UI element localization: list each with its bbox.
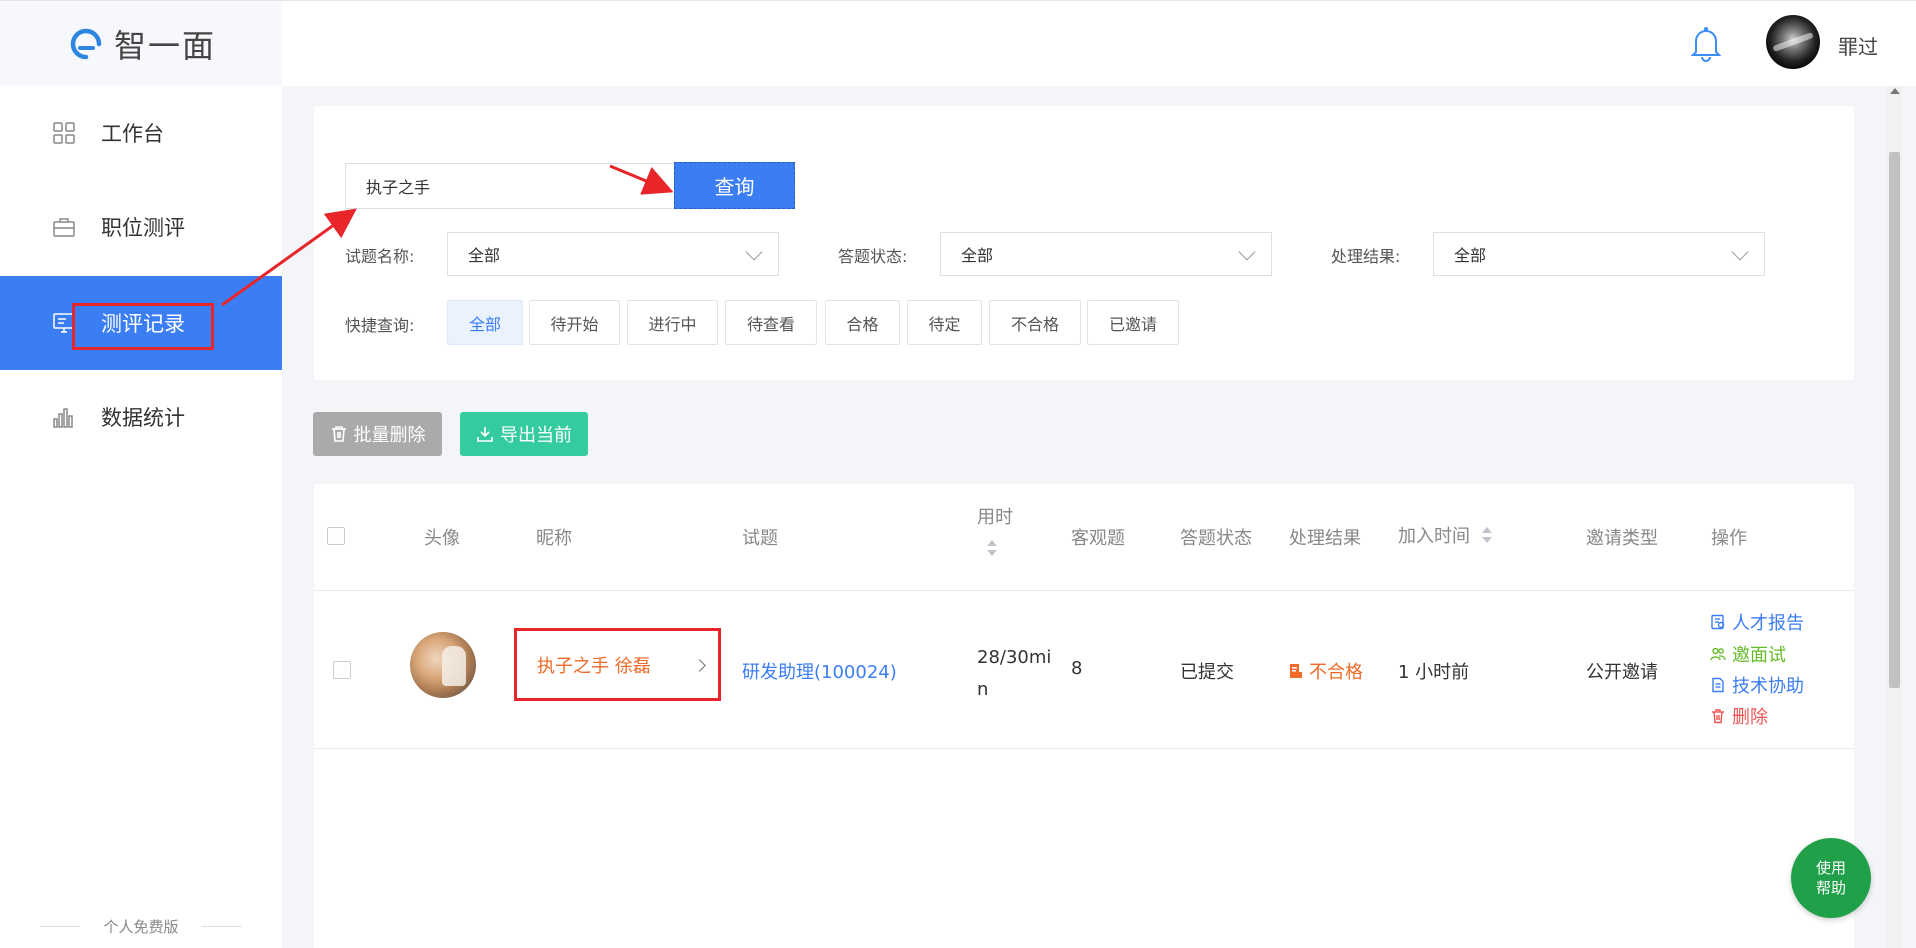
answer-status-label: 答题状态:: [838, 247, 908, 266]
avatar: [410, 632, 476, 698]
logo[interactable]: 智一面: [0, 1, 282, 87]
users-icon: [1710, 647, 1726, 661]
sidebar: 工作台 职位测评 测评记录 数据统计 个人免费版: [0, 86, 282, 948]
header-avatar: 头像: [424, 528, 460, 549]
header-objective: 客观题: [1071, 528, 1125, 549]
bell-icon[interactable]: [1688, 23, 1724, 63]
header-result: 处理结果: [1289, 528, 1361, 549]
exam-link[interactable]: 研发助理(100024): [742, 658, 897, 684]
header-nickname: 昵称: [536, 528, 572, 549]
edition-label: 个人免费版: [40, 916, 242, 937]
batch-delete-button[interactable]: 批量删除: [313, 412, 442, 456]
chevron-right-icon: [693, 659, 706, 672]
result-text: 不合格: [1309, 662, 1363, 683]
answer-status-value: 已提交: [1180, 662, 1234, 683]
scrollbar-thumb[interactable]: [1889, 152, 1900, 688]
annotation-highlight-box: [72, 303, 214, 350]
sidebar-item-position-assessment[interactable]: 职位测评: [0, 180, 282, 274]
exam-name-label: 试题名称:: [345, 247, 415, 266]
invite-type-value: 公开邀请: [1586, 662, 1658, 683]
delete-label: 删除: [1732, 707, 1768, 728]
top-header: 智一面 罪过: [0, 0, 1916, 87]
briefcase-icon: [53, 218, 75, 237]
nickname-text: 执子之手 徐磊: [537, 655, 651, 677]
quick-filter-qualified[interactable]: 合格: [825, 300, 900, 345]
quick-filter-undetermined[interactable]: 待定: [907, 300, 982, 345]
document-icon: [1712, 677, 1724, 693]
sidebar-item-label: 工作台: [101, 122, 164, 146]
sidebar-item-label: 数据统计: [101, 406, 185, 430]
report-icon: [1711, 614, 1725, 630]
invite-interview-link[interactable]: 邀面试: [1710, 641, 1786, 667]
invite-interview-label: 邀面试: [1732, 645, 1786, 666]
quick-filter-invited[interactable]: 已邀请: [1087, 300, 1179, 345]
chevron-down-icon: [1731, 243, 1749, 261]
doc-flag-icon: [1290, 664, 1302, 678]
talent-report-label: 人才报告: [1732, 613, 1804, 634]
quick-filter-unqualified[interactable]: 不合格: [989, 300, 1081, 345]
quick-filter-in-progress[interactable]: 进行中: [627, 300, 718, 345]
quick-filter-all[interactable]: 全部: [447, 300, 523, 345]
quick-filter-pending-review[interactable]: 待查看: [725, 300, 817, 345]
select-all-checkbox[interactable]: [327, 527, 345, 545]
header-operations: 操作: [1711, 528, 1747, 549]
header-invite-type: 邀请类型: [1586, 528, 1658, 549]
objective-value: 8: [1071, 658, 1083, 679]
quick-query-label: 快捷查询:: [345, 316, 415, 335]
search-input[interactable]: [345, 163, 675, 209]
header-exam: 试题: [742, 528, 778, 549]
tech-assist-link[interactable]: 技术协助: [1710, 672, 1804, 698]
talent-report-link[interactable]: 人才报告: [1710, 609, 1804, 635]
help-button[interactable]: 使用帮助: [1791, 838, 1871, 918]
sort-icon[interactable]: [986, 538, 998, 558]
nickname-link[interactable]: 执子之手 徐磊: [514, 628, 721, 701]
result-value: 不合格: [1289, 658, 1363, 684]
select-value: 全部: [1454, 246, 1487, 265]
result-label: 处理结果:: [1331, 247, 1401, 266]
exam-name-select[interactable]: 全部: [447, 232, 779, 276]
bar-chart-icon: [53, 408, 73, 428]
header-answer-status: 答题状态: [1180, 528, 1252, 549]
username[interactable]: 罪过: [1838, 31, 1878, 60]
row-divider: [314, 748, 1854, 749]
logo-text: 智一面: [113, 27, 216, 65]
row-checkbox[interactable]: [333, 661, 351, 679]
trash-icon: [331, 426, 346, 442]
export-current-label: 导出当前: [500, 425, 572, 446]
download-icon: [477, 427, 493, 442]
result-select[interactable]: 全部: [1433, 232, 1765, 276]
chevron-down-icon: [745, 243, 763, 261]
sort-icon[interactable]: [1481, 525, 1493, 545]
sidebar-item-label: 职位测评: [101, 216, 185, 240]
chevron-down-icon: [1238, 243, 1256, 261]
sidebar-item-data-statistics[interactable]: 数据统计: [0, 370, 282, 464]
export-current-button[interactable]: 导出当前: [460, 412, 588, 456]
header-divider: [314, 590, 1854, 591]
delete-link[interactable]: 删除: [1710, 703, 1768, 729]
quick-filter-pending-start[interactable]: 待开始: [529, 300, 620, 345]
user-avatar[interactable]: [1766, 15, 1820, 69]
join-time-value: 1 小时前: [1398, 662, 1470, 683]
header-join-time: 加入时间: [1398, 526, 1470, 547]
duration-value: 28/30min: [977, 647, 1052, 700]
sidebar-item-workbench[interactable]: 工作台: [0, 86, 282, 180]
grid-icon: [53, 122, 75, 144]
trash-icon: [1712, 709, 1724, 724]
search-button[interactable]: 查询: [674, 162, 795, 209]
logo-icon: [70, 28, 102, 60]
scroll-up-icon[interactable]: [1890, 88, 1900, 94]
select-value: 全部: [468, 246, 501, 265]
header-duration: 用时: [977, 507, 1013, 528]
records-table: [314, 484, 1854, 948]
batch-delete-label: 批量删除: [353, 425, 426, 446]
select-value: 全部: [961, 246, 994, 265]
tech-assist-label: 技术协助: [1732, 676, 1804, 697]
help-label: 使用帮助: [1815, 859, 1846, 897]
answer-status-select[interactable]: 全部: [940, 232, 1272, 276]
